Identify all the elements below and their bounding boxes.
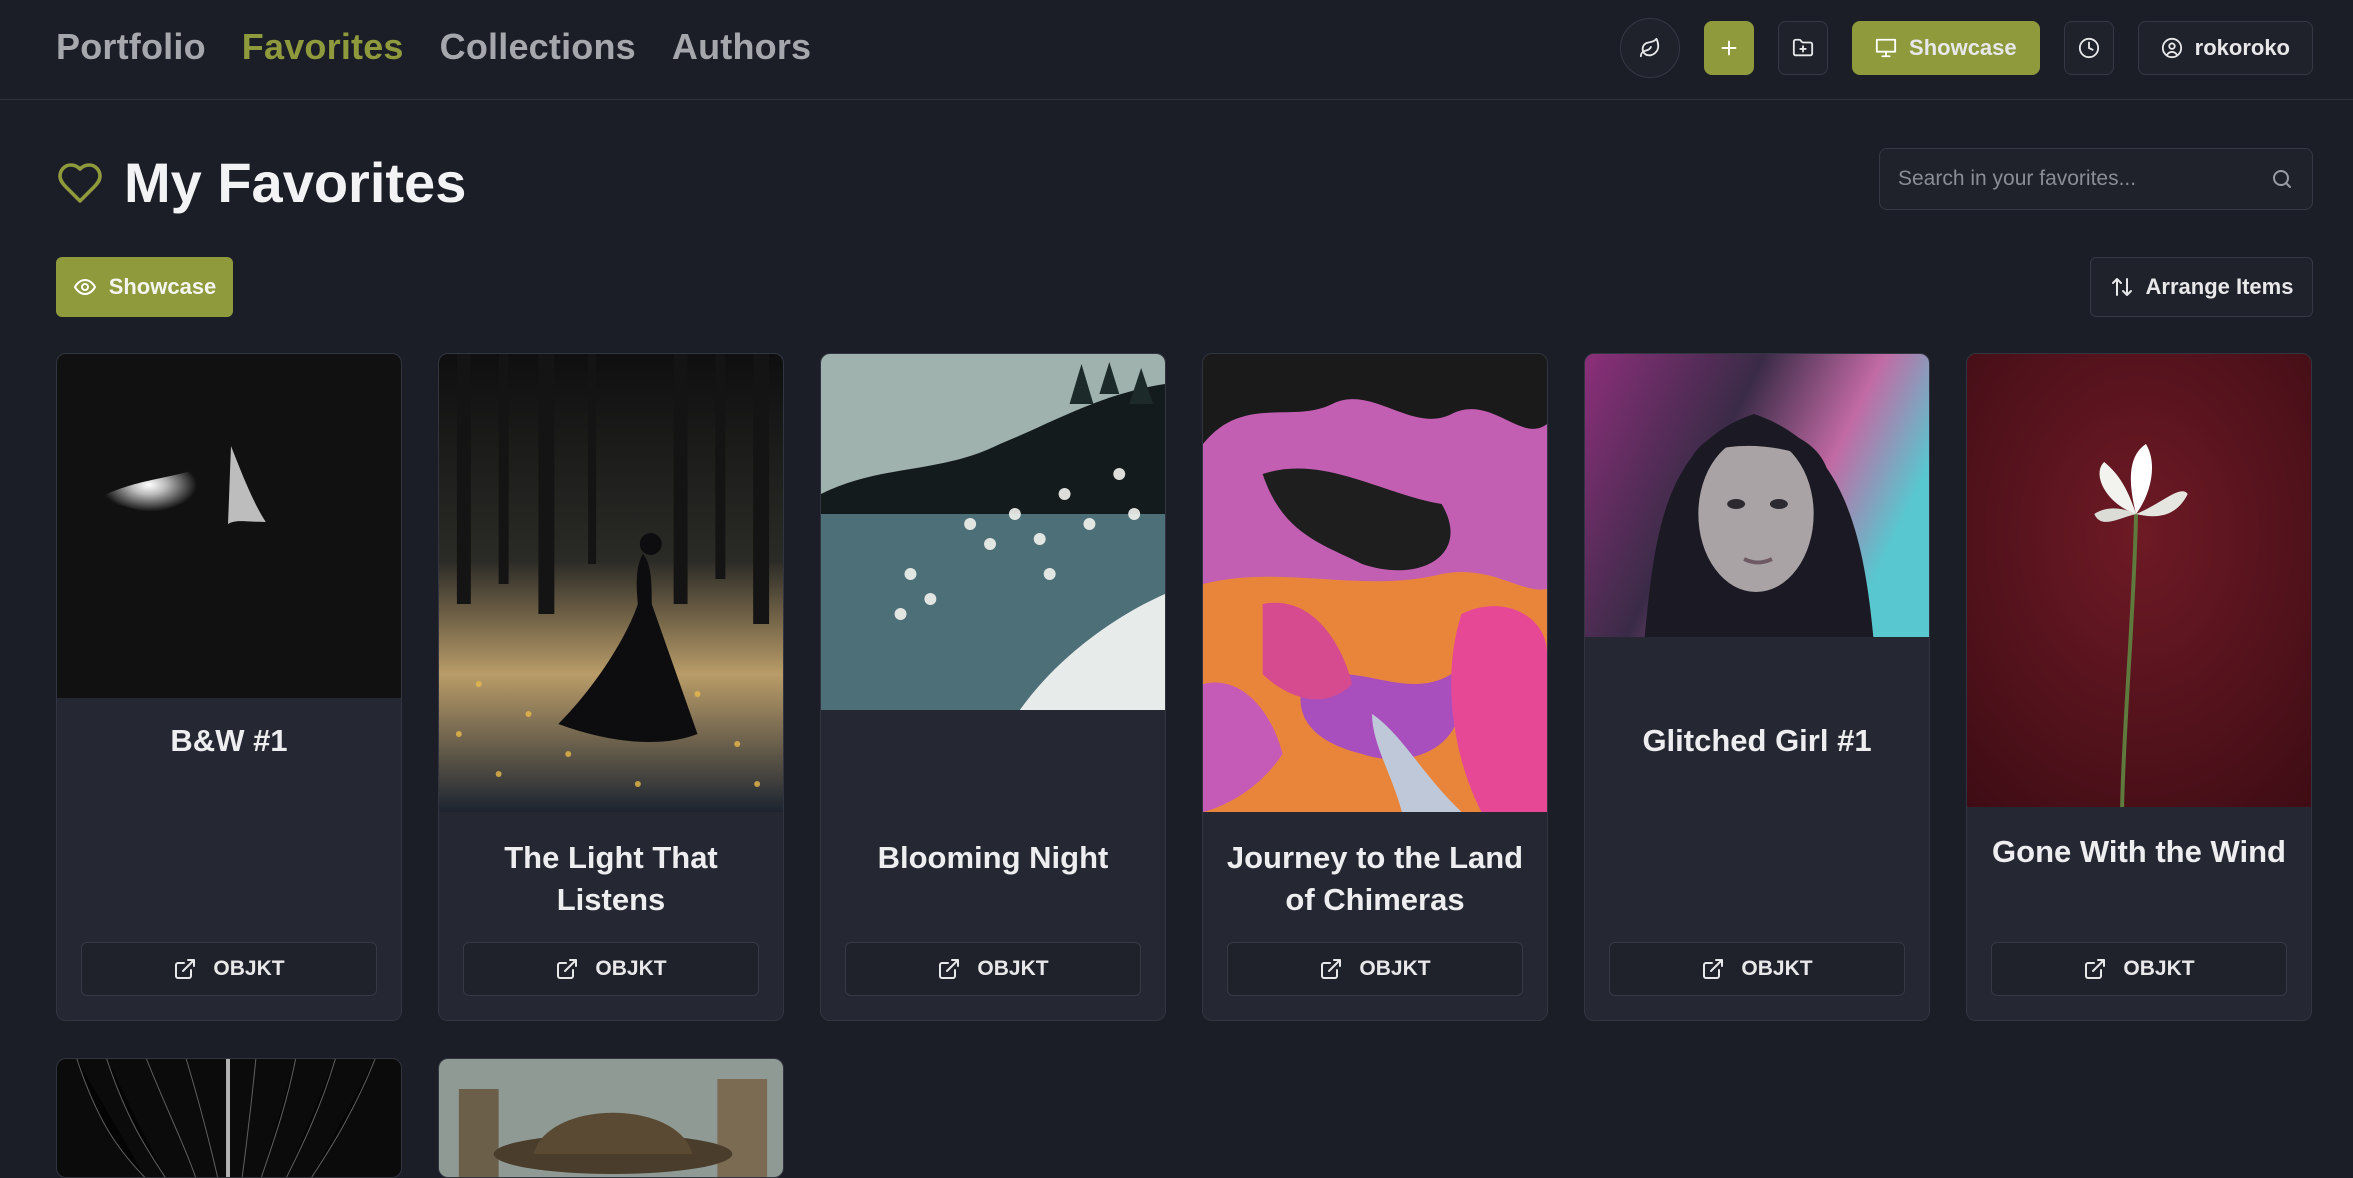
external-link-icon — [557, 959, 578, 979]
artwork-card[interactable]: The Light That Listens OBJKT — [438, 353, 784, 1021]
heart-icon — [58, 163, 102, 203]
sort-arrows-icon — [2111, 278, 2132, 296]
artwork-image — [821, 354, 1165, 710]
artwork-title: Journey to the Land of Chimeras — [1226, 840, 1524, 917]
objkt-label: OBJKT — [595, 957, 667, 980]
artwork-title: Gone With the Wind — [1992, 834, 2286, 869]
artwork-image — [1585, 354, 1929, 637]
main-nav: Portfolio Favorites Collections Authors — [56, 22, 811, 72]
history-button[interactable] — [2063, 21, 2114, 75]
new-folder-button[interactable] — [1778, 21, 1829, 75]
artwork-title: Blooming Night — [877, 840, 1109, 875]
showcase-top-label: Showcase — [1909, 35, 2017, 60]
presentation-icon — [1875, 38, 1897, 58]
add-button[interactable] — [1704, 21, 1755, 75]
search-icon[interactable] — [2270, 167, 2294, 191]
leaf-button[interactable] — [1620, 18, 1681, 78]
top-actions: Showcase rokoroko — [1620, 18, 2313, 78]
artwork-title: Glitched Girl #1 — [1642, 723, 1872, 758]
artwork-card[interactable]: Glitched Girl #1 OBJKT — [1584, 353, 1930, 1021]
showcase-top-button[interactable]: Showcase — [1852, 21, 2040, 75]
objkt-label: OBJKT — [977, 957, 1049, 980]
search-input[interactable] — [1898, 167, 2270, 191]
artwork-card[interactable]: Journey to the Land of Chimeras OBJKT — [1202, 353, 1548, 1021]
artwork-card[interactable]: B&W #1 OBJKT — [56, 353, 402, 1021]
nav-collections[interactable]: Collections — [440, 22, 636, 72]
showcase-label: Showcase — [108, 274, 217, 299]
arrange-items-button[interactable]: Arrange Items — [2090, 257, 2313, 317]
objkt-label: OBJKT — [213, 957, 285, 980]
objkt-link-button[interactable]: OBJKT — [845, 942, 1141, 996]
artwork-image — [439, 354, 783, 812]
artwork-title: The Light That Listens — [504, 840, 718, 917]
artwork-image — [439, 1059, 783, 1177]
arrange-label: Arrange Items — [2145, 274, 2294, 299]
username: rokoroko — [2194, 35, 2290, 60]
showcase-button[interactable]: Showcase — [56, 257, 233, 317]
artwork-image — [57, 1059, 401, 1177]
objkt-link-button[interactable]: OBJKT — [1991, 942, 2287, 996]
artwork-card[interactable] — [438, 1058, 784, 1178]
plus-icon — [1721, 40, 1737, 56]
nav-authors[interactable]: Authors — [672, 22, 811, 72]
artwork-image — [1203, 354, 1547, 812]
user-menu-button[interactable]: rokoroko — [2137, 21, 2313, 75]
artwork-card[interactable] — [56, 1058, 402, 1178]
external-link-icon — [2085, 959, 2106, 979]
nav-portfolio[interactable]: Portfolio — [56, 22, 206, 72]
leaf-icon — [1639, 37, 1660, 58]
external-link-icon — [1703, 959, 1724, 979]
page-header: My Favorites — [56, 148, 466, 218]
objkt-label: OBJKT — [2123, 957, 2195, 980]
search-box — [1879, 148, 2313, 210]
objkt-link-button[interactable]: OBJKT — [1609, 942, 1905, 996]
clock-icon — [2078, 37, 2099, 59]
external-link-icon — [175, 959, 196, 979]
page-title: My Favorites — [124, 151, 467, 214]
nav-favorites[interactable]: Favorites — [242, 22, 404, 72]
artwork-title: B&W #1 — [170, 723, 288, 758]
objkt-link-button[interactable]: OBJKT — [81, 942, 377, 996]
objkt-link-button[interactable]: OBJKT — [463, 942, 759, 996]
objkt-label: OBJKT — [1741, 957, 1813, 980]
external-link-icon — [939, 959, 960, 979]
artwork-card[interactable]: Blooming Night OBJKT — [820, 353, 1166, 1021]
objkt-link-button[interactable]: OBJKT — [1227, 942, 1523, 996]
objkt-label: OBJKT — [1359, 957, 1431, 980]
folder-plus-icon — [1792, 38, 1814, 57]
artwork-image — [1967, 354, 2311, 807]
artwork-card[interactable]: Gone With the Wind OBJKT — [1966, 353, 2312, 1021]
top-navigation-bar: Portfolio Favorites Collections Authors — [0, 0, 2353, 100]
user-circle-icon — [2161, 37, 2182, 59]
external-link-icon — [1321, 959, 1342, 979]
artwork-image — [57, 354, 401, 698]
eye-icon — [73, 279, 96, 295]
